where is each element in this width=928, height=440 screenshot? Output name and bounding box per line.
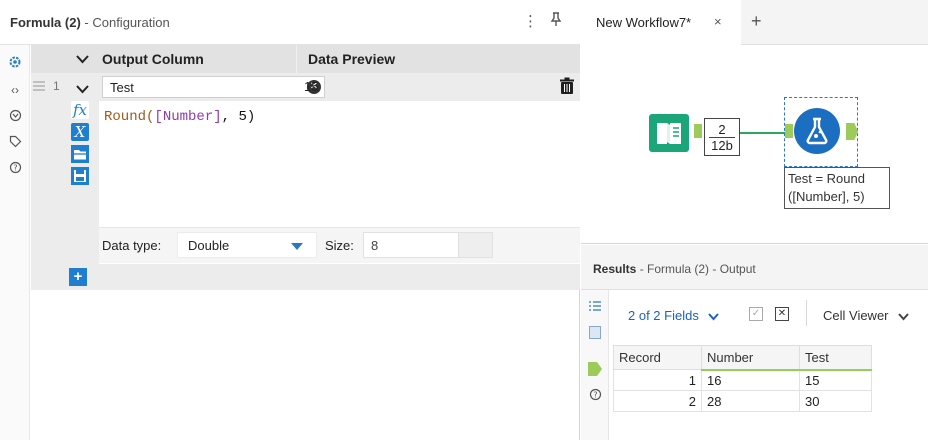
fields-chevron-icon bbox=[708, 312, 720, 321]
cell-viewer-label: Cell Viewer bbox=[823, 308, 889, 323]
expression-function: Round( bbox=[104, 109, 155, 125]
tag-icon[interactable] bbox=[7, 135, 23, 151]
config-header: Formula (2) - Configuration ⋮ bbox=[0, 0, 580, 45]
add-row-bar: + bbox=[31, 264, 580, 290]
help-icon[interactable]: ? bbox=[7, 161, 23, 177]
workflow-tab-label: New Workflow7* bbox=[596, 15, 692, 30]
results-header: Results - Formula (2) - Output bbox=[581, 245, 928, 290]
expression-rest: , 5) bbox=[221, 109, 256, 125]
results-panel: Results - Formula (2) - Output ? 2 of 2 … bbox=[581, 245, 928, 440]
fields-dropdown[interactable]: 2 of 2 Fields bbox=[628, 308, 720, 323]
deselect-icon[interactable]: ✕ bbox=[775, 307, 789, 321]
column-header-record[interactable]: Record bbox=[613, 345, 702, 370]
table-row[interactable]: 1 16 15 bbox=[613, 369, 872, 391]
connection-line[interactable] bbox=[740, 132, 785, 134]
formula-row[interactable]: 1 ✕ 15 bbox=[31, 73, 580, 101]
fields-label: 2 of 2 Fields bbox=[628, 308, 699, 323]
results-title-main: Results bbox=[593, 262, 637, 276]
cell-viewer-dropdown[interactable]: Cell Viewer bbox=[823, 308, 909, 323]
delete-row-icon[interactable] bbox=[559, 77, 575, 95]
output-column-input[interactable] bbox=[102, 76, 325, 98]
tool-annotation: Test = Round ([Number], 5) bbox=[784, 167, 890, 209]
drag-handle-icon[interactable] bbox=[33, 81, 45, 94]
row-number: 1 bbox=[53, 79, 60, 93]
metadata-icon[interactable] bbox=[588, 326, 602, 340]
results-side-toolbar: ? bbox=[581, 290, 609, 440]
data-preview-value: 15 bbox=[304, 79, 319, 94]
close-tab-icon[interactable]: × bbox=[714, 14, 722, 29]
gear-icon[interactable] bbox=[7, 55, 23, 71]
configuration-panel: Formula (2) - Configuration ⋮ ‹› ? Outpu… bbox=[0, 0, 580, 440]
add-formula-button[interactable]: + bbox=[69, 268, 87, 286]
column-header-test[interactable]: Test bbox=[799, 345, 872, 371]
results-help-icon[interactable]: ? bbox=[588, 388, 602, 402]
record-count-badge: 2 12b bbox=[704, 118, 740, 156]
data-type-select[interactable]: Double bbox=[177, 232, 317, 258]
config-title: Formula (2) - Configuration bbox=[10, 15, 170, 30]
config-side-toolbar: ‹› ? bbox=[0, 45, 30, 440]
collapse-all-icon[interactable] bbox=[76, 52, 89, 67]
toolbar-divider bbox=[806, 300, 807, 326]
expression-field: [Number] bbox=[154, 109, 222, 125]
data-preview-header: Data Preview bbox=[308, 51, 396, 67]
column-header-number[interactable]: Number bbox=[701, 345, 800, 371]
record-size: 12b bbox=[709, 137, 735, 153]
cell-test[interactable]: 15 bbox=[799, 369, 872, 391]
output-column-header: Output Column bbox=[102, 51, 204, 67]
chevron-down-icon[interactable] bbox=[291, 243, 303, 250]
size-increment-button[interactable] bbox=[458, 233, 492, 245]
results-toolbar: 2 of 2 Fields ✓ ✕ Cell Viewer bbox=[609, 290, 928, 338]
workflow-tab[interactable]: New Workflow7* × bbox=[581, 0, 741, 45]
grid-header: Output Column Data Preview bbox=[31, 45, 580, 73]
results-table: Record Number Test 1 16 15 2 28 30 bbox=[613, 345, 872, 412]
data-type-label: Data type: bbox=[102, 238, 162, 253]
workflow-canvas[interactable]: New Workflow7* × + 2 12b Test = Round ([… bbox=[581, 0, 928, 244]
formula-grid: Output Column Data Preview 1 ✕ 15 fx X bbox=[31, 45, 580, 290]
function-icon[interactable]: fx bbox=[71, 101, 89, 119]
config-title-sub: - Configuration bbox=[80, 15, 170, 30]
results-title-sub: - Formula (2) - Output bbox=[636, 262, 756, 276]
svg-text:?: ? bbox=[593, 390, 597, 399]
pin-icon[interactable] bbox=[550, 12, 562, 31]
results-table-header: Record Number Test bbox=[613, 345, 872, 371]
header-divider bbox=[296, 45, 297, 73]
size-decrement-button[interactable] bbox=[458, 245, 492, 257]
annotation-line-2: ([Number], 5) bbox=[788, 189, 865, 204]
output-anchor-icon[interactable] bbox=[588, 362, 602, 376]
results-title: Results - Formula (2) - Output bbox=[593, 262, 756, 276]
expression-text[interactable]: Round([Number], 5) bbox=[104, 109, 255, 125]
data-type-row: Data type: Double Size: bbox=[99, 227, 580, 263]
checkbox-icon[interactable]: ✓ bbox=[749, 307, 763, 321]
cell-record[interactable]: 1 bbox=[613, 369, 702, 391]
table-row[interactable]: 2 28 30 bbox=[613, 390, 872, 412]
config-title-tool: Formula (2) bbox=[10, 15, 81, 30]
list-icon[interactable] bbox=[588, 300, 602, 314]
expression-toolbar: fx X bbox=[68, 101, 99, 256]
workflow-tab-bar: New Workflow7* × + bbox=[581, 0, 928, 45]
new-tab-icon[interactable]: + bbox=[751, 11, 762, 32]
record-count: 2 bbox=[718, 122, 726, 137]
cell-viewer-chevron-icon bbox=[898, 312, 909, 321]
variable-icon[interactable]: X bbox=[71, 123, 89, 141]
input-data-tool-icon[interactable] bbox=[649, 114, 689, 152]
code-icon[interactable]: ‹› bbox=[7, 82, 23, 98]
annotation-icon[interactable] bbox=[7, 109, 23, 125]
more-options-icon[interactable]: ⋮ bbox=[523, 12, 538, 30]
row-collapse-icon[interactable] bbox=[76, 82, 89, 97]
output-anchor[interactable] bbox=[694, 124, 702, 138]
annotation-line-1: Test = Round bbox=[788, 171, 865, 186]
size-label: Size: bbox=[325, 238, 354, 253]
svg-text:?: ? bbox=[13, 163, 17, 172]
open-folder-icon[interactable] bbox=[71, 145, 89, 163]
cell-number[interactable]: 28 bbox=[701, 390, 800, 412]
data-type-value: Double bbox=[188, 238, 230, 253]
cell-record[interactable]: 2 bbox=[613, 390, 702, 412]
save-icon[interactable] bbox=[71, 167, 89, 185]
cell-number[interactable]: 16 bbox=[701, 369, 800, 391]
formula-tool-icon[interactable] bbox=[794, 108, 840, 154]
cell-test[interactable]: 30 bbox=[799, 390, 872, 412]
